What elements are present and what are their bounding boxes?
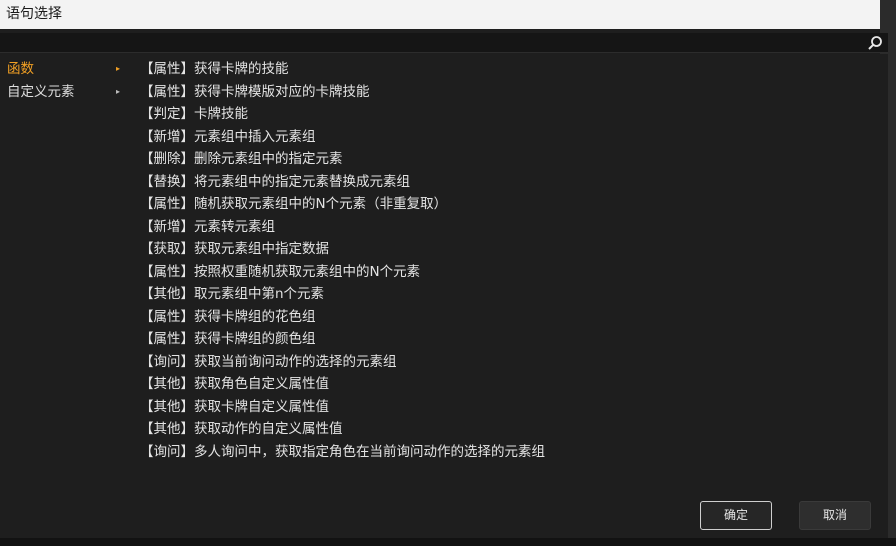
statement-item[interactable]: 【属性】按照权重随机获取元素组中的N个元素: [140, 261, 880, 284]
statement-item[interactable]: 【其他】获取动作的自定义属性值: [140, 418, 880, 441]
statement-item[interactable]: 【属性】获得卡牌组的花色组: [140, 306, 880, 329]
bottom-bar: [0, 538, 896, 546]
chevron-right-icon: ▸: [116, 64, 121, 73]
search-input[interactable]: [0, 33, 862, 53]
ok-button[interactable]: 确定: [700, 501, 772, 530]
category-label: 函数: [7, 61, 34, 77]
statement-item[interactable]: 【询问】获取当前询问动作的选择的元素组: [140, 351, 880, 374]
search-bar: [0, 33, 888, 53]
window-title: 语句选择: [0, 0, 880, 29]
statement-item[interactable]: 【新增】元素组中插入元素组: [140, 126, 880, 149]
dialog-body: 函数 ▸ 自定义元素 ▸ 【属性】获得卡牌的技能 【属性】获得卡牌模版对应的卡牌…: [0, 54, 888, 538]
statement-item[interactable]: 【属性】获得卡牌的技能: [140, 58, 880, 81]
category-item-functions[interactable]: 函数 ▸: [0, 58, 140, 81]
statement-item[interactable]: 【获取】获取元素组中指定数据: [140, 238, 880, 261]
category-item-custom-elements[interactable]: 自定义元素 ▸: [0, 81, 140, 104]
statement-list: 【属性】获得卡牌的技能 【属性】获得卡牌模版对应的卡牌技能 【判定】卡牌技能 【…: [140, 58, 880, 463]
category-list: 函数 ▸ 自定义元素 ▸: [0, 58, 140, 103]
statement-item[interactable]: 【替换】将元素组中的指定元素替换成元素组: [140, 171, 880, 194]
statement-item[interactable]: 【属性】获得卡牌模版对应的卡牌技能: [140, 81, 880, 104]
search-icon[interactable]: [867, 35, 883, 51]
category-label: 自定义元素: [7, 83, 75, 100]
statement-item[interactable]: 【其他】获取角色自定义属性值: [140, 373, 880, 396]
statement-item[interactable]: 【新增】元素转元素组: [140, 216, 880, 239]
cancel-button[interactable]: 取消: [799, 501, 871, 530]
chevron-right-icon: ▸: [116, 86, 121, 96]
statement-item[interactable]: 【属性】获得卡牌组的颜色组: [140, 328, 880, 351]
statement-item[interactable]: 【属性】随机获取元素组中的N个元素（非重复取）: [140, 193, 880, 216]
statement-item[interactable]: 【其他】获取卡牌自定义属性值: [140, 396, 880, 419]
statement-item[interactable]: 【其他】取元素组中第n个元素: [140, 283, 880, 306]
statement-item[interactable]: 【询问】多人询问中，获取指定角色在当前询问动作的选择的元素组: [140, 441, 880, 464]
statement-item[interactable]: 【删除】删除元素组中的指定元素: [140, 148, 880, 171]
statement-item[interactable]: 【判定】卡牌技能: [140, 103, 880, 126]
